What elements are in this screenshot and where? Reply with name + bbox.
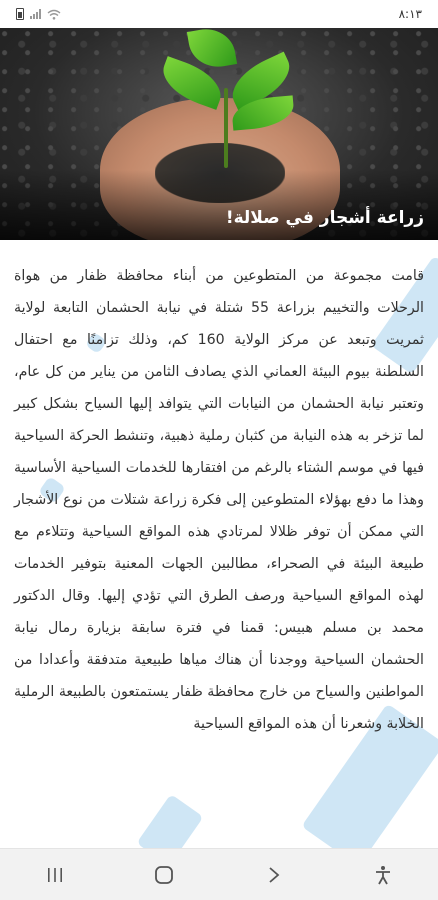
status-bar: ٨:١٣ <box>0 0 438 28</box>
status-time: ٨:١٣ <box>398 7 422 21</box>
recents-button[interactable] <box>25 855 85 895</box>
hero-overlay <box>0 170 438 240</box>
recents-icon <box>47 867 62 882</box>
hero-image: زراعة أشجار في صلالة! <box>0 28 438 240</box>
article-paragraph: قامت مجموعة من المتطوعين من أبناء محافظة… <box>14 268 424 732</box>
navigation-bar <box>0 848 438 900</box>
home-button[interactable] <box>134 855 194 895</box>
article-title: زراعة أشجار في صلالة! <box>225 208 424 228</box>
back-button[interactable] <box>244 855 304 895</box>
home-icon <box>155 865 174 884</box>
status-icons <box>16 8 61 20</box>
decor-shape <box>136 793 204 848</box>
accessibility-button[interactable] <box>353 855 413 895</box>
signal-icon <box>30 9 41 19</box>
article-body[interactable]: قامت مجموعة من المتطوعين من أبناء محافظة… <box>0 240 438 848</box>
battery-icon <box>16 8 24 20</box>
accessibility-icon <box>376 865 391 884</box>
seedling-stem <box>224 88 228 168</box>
back-icon <box>269 866 280 883</box>
wifi-icon <box>47 9 61 20</box>
